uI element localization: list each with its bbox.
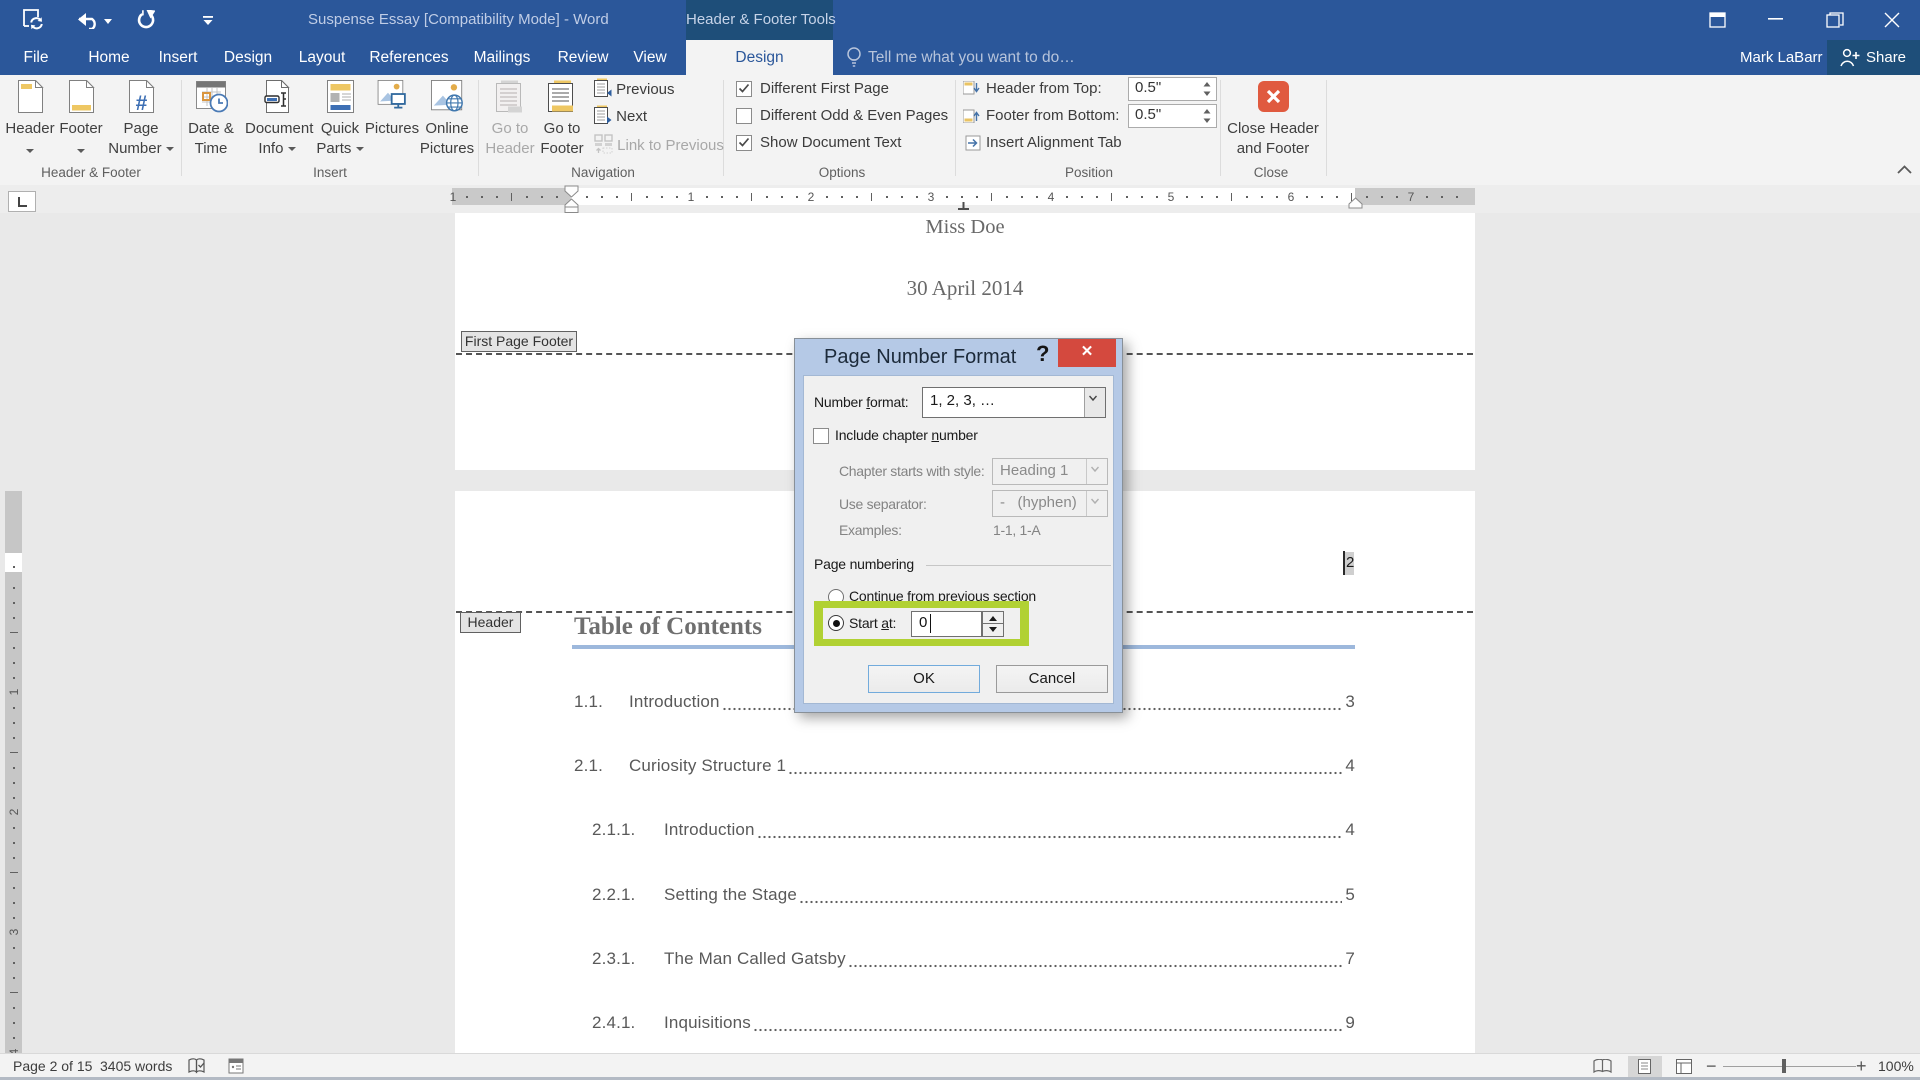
svg-text:#: # (135, 92, 147, 113)
